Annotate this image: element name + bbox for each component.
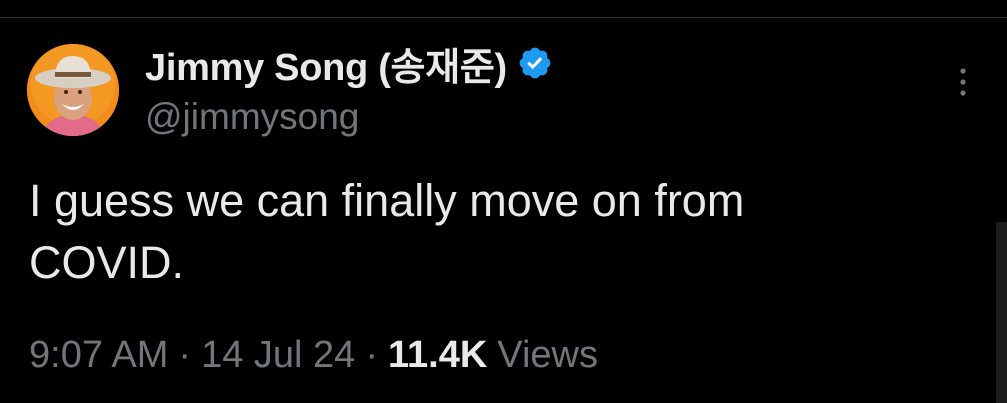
tweet-time[interactable]: 9:07 AM bbox=[29, 334, 168, 377]
meta-separator: · bbox=[178, 333, 192, 376]
views-count[interactable]: 11.4K bbox=[388, 334, 487, 377]
author-name-row: Jimmy Song (송재준) bbox=[145, 40, 553, 89]
top-divider bbox=[0, 17, 1007, 18]
views-label[interactable]: Views bbox=[497, 334, 598, 377]
tweet-text: I guess we can finally move on from COVI… bbox=[29, 175, 745, 288]
verified-badge-icon[interactable] bbox=[517, 45, 553, 81]
avatar-cowboy-hat-icon bbox=[27, 44, 119, 136]
author-avatar[interactable] bbox=[27, 44, 119, 136]
tweet-meta: 9:07 AM · 14 Jul 24 · 11.4K Views bbox=[29, 330, 598, 380]
scrollbar-thumb[interactable] bbox=[996, 222, 1007, 403]
author-display-name[interactable]: Jimmy Song (송재준) bbox=[145, 36, 507, 91]
more-vertical-icon bbox=[960, 68, 966, 96]
author-handle[interactable]: @jimmysong bbox=[145, 96, 359, 138]
tweet-date[interactable]: 14 Jul 24 bbox=[201, 334, 355, 377]
more-options-button[interactable] bbox=[946, 60, 980, 104]
meta-separator: · bbox=[365, 333, 378, 376]
